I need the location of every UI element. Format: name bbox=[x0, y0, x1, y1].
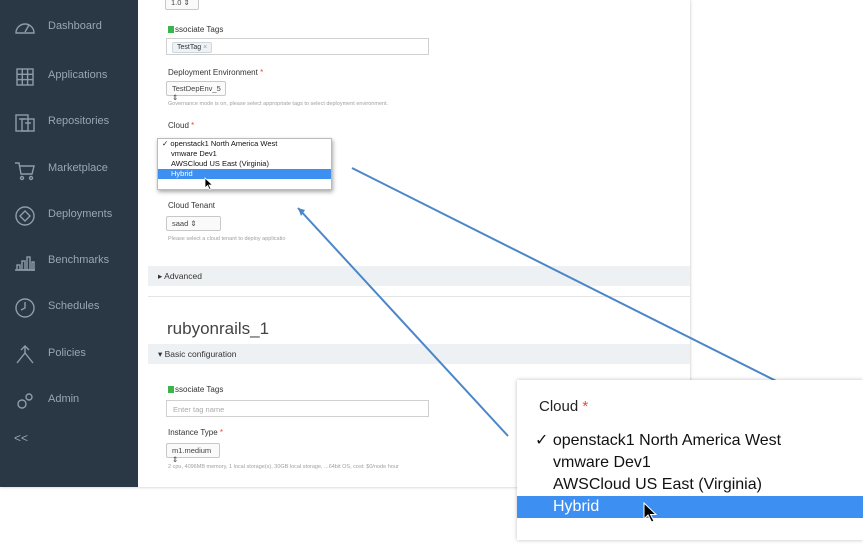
instance-type-hint: 2 cpu, 4096MB memory, 1 local storage(s)… bbox=[168, 464, 399, 470]
cloud-option[interactable]: ✓ openstack1 North America West bbox=[158, 139, 331, 149]
cloud-label: Cloud * bbox=[168, 121, 195, 130]
repositories-icon bbox=[13, 111, 37, 135]
sidebar-item-label: Policies bbox=[48, 347, 86, 359]
sidebar-item-benchmarks[interactable]: Benchmarks bbox=[0, 244, 138, 284]
cloud-option[interactable]: AWSCloud US East (Virginia) bbox=[158, 159, 331, 169]
cloud-tenant-label: Cloud Tenant bbox=[168, 201, 215, 210]
cloud-dropdown[interactable]: ✓ openstack1 North America West vmware D… bbox=[157, 138, 332, 190]
sidebar-item-schedules[interactable]: Schedules bbox=[0, 290, 138, 330]
zoom-cloud-option[interactable]: vmware Dev1 bbox=[517, 452, 863, 474]
zoom-cloud-option[interactable]: ✓ openstack1 North America West bbox=[517, 430, 863, 452]
sidebar-item-label: Marketplace bbox=[48, 162, 108, 174]
tag-chip: TestTag × bbox=[172, 42, 213, 53]
admin-gear-icon bbox=[13, 389, 37, 413]
instance-type-select[interactable]: m1.medium ⇕ bbox=[166, 443, 220, 464]
sidebar-item-admin[interactable]: Admin bbox=[0, 383, 138, 423]
sidebar-item-dashboard[interactable]: Dashboard bbox=[0, 10, 138, 50]
tag-remove-button[interactable]: × bbox=[203, 44, 207, 51]
cart-icon bbox=[13, 158, 37, 182]
sidebar-item-label: Benchmarks bbox=[48, 254, 110, 266]
sidebar-item-repositories[interactable]: Repositories bbox=[0, 105, 138, 145]
cloud-tenant-hint: Please select a cloud tenant to deploy a… bbox=[168, 236, 286, 242]
sidebar-item-label: Admin bbox=[48, 393, 80, 405]
sidebar-item-label: Applications bbox=[48, 69, 108, 81]
basic-configuration-toggle[interactable]: ▾ Basic configuration bbox=[148, 344, 690, 364]
mouse-cursor-icon bbox=[204, 177, 214, 190]
governance-hint: Governance mode is on, please select app… bbox=[168, 101, 389, 107]
count-select[interactable]: 1.0 ⇕ bbox=[165, 0, 199, 10]
mouse-cursor-icon bbox=[643, 502, 658, 523]
dashboard-icon bbox=[13, 16, 37, 40]
service-title: rubyonrails_1 bbox=[167, 319, 270, 338]
deployment-environment-label: Deployment Environment * bbox=[168, 68, 264, 77]
sidebar-item-deployments[interactable]: Deployments bbox=[0, 198, 138, 238]
zoom-cloud-option-list[interactable]: ✓ openstack1 North America West vmware D… bbox=[517, 430, 863, 518]
sidebar-item-label: Schedules bbox=[48, 300, 100, 312]
tag-name-input[interactable]: Enter tag name bbox=[166, 400, 429, 417]
policies-icon bbox=[13, 343, 37, 367]
sidebar: Dashboard Applications Repositories Mark… bbox=[0, 0, 138, 487]
sidebar-item-policies[interactable]: Policies bbox=[0, 337, 138, 377]
tag-green-marker bbox=[168, 26, 174, 34]
deployments-icon bbox=[13, 204, 37, 228]
advanced-section-toggle[interactable]: ▸ Advanced bbox=[148, 266, 690, 286]
sidebar-item-label: Deployments bbox=[48, 208, 113, 220]
instance-type-label: Instance Type * bbox=[168, 428, 224, 437]
zoom-cloud-option-hybrid[interactable]: Hybrid bbox=[517, 496, 863, 518]
sidebar-item-marketplace[interactable]: Marketplace bbox=[0, 152, 138, 192]
cloud-option[interactable]: vmware Dev1 bbox=[158, 149, 331, 159]
sidebar-collapse-button[interactable]: << bbox=[14, 431, 28, 445]
sidebar-item-label: Dashboard bbox=[48, 20, 102, 32]
benchmarks-icon bbox=[13, 250, 37, 274]
applications-grid-icon bbox=[13, 65, 37, 89]
sidebar-item-applications[interactable]: Applications bbox=[0, 59, 138, 99]
cloud-tenant-select[interactable]: saad ⇕ bbox=[166, 216, 221, 231]
sidebar-item-label: Repositories bbox=[48, 115, 110, 127]
divider bbox=[148, 296, 690, 297]
associate-tags-label: ssociate Tags bbox=[168, 385, 223, 394]
associate-tags-input[interactable]: TestTag × bbox=[166, 38, 429, 55]
zoomed-cloud-dropdown: Cloud * ✓ openstack1 North America West … bbox=[517, 380, 863, 540]
zoom-cloud-option[interactable]: AWSCloud US East (Virginia) bbox=[517, 474, 863, 496]
associate-tags-label: ssociate Tags bbox=[168, 25, 223, 34]
zoom-cloud-label: Cloud * bbox=[539, 398, 589, 415]
tag-green-marker bbox=[168, 386, 174, 394]
clock-icon bbox=[13, 296, 37, 320]
deployment-environment-select[interactable]: TestDepEnv_5 ⇕ bbox=[166, 81, 226, 102]
cloud-option-hybrid[interactable]: Hybrid bbox=[158, 169, 331, 179]
